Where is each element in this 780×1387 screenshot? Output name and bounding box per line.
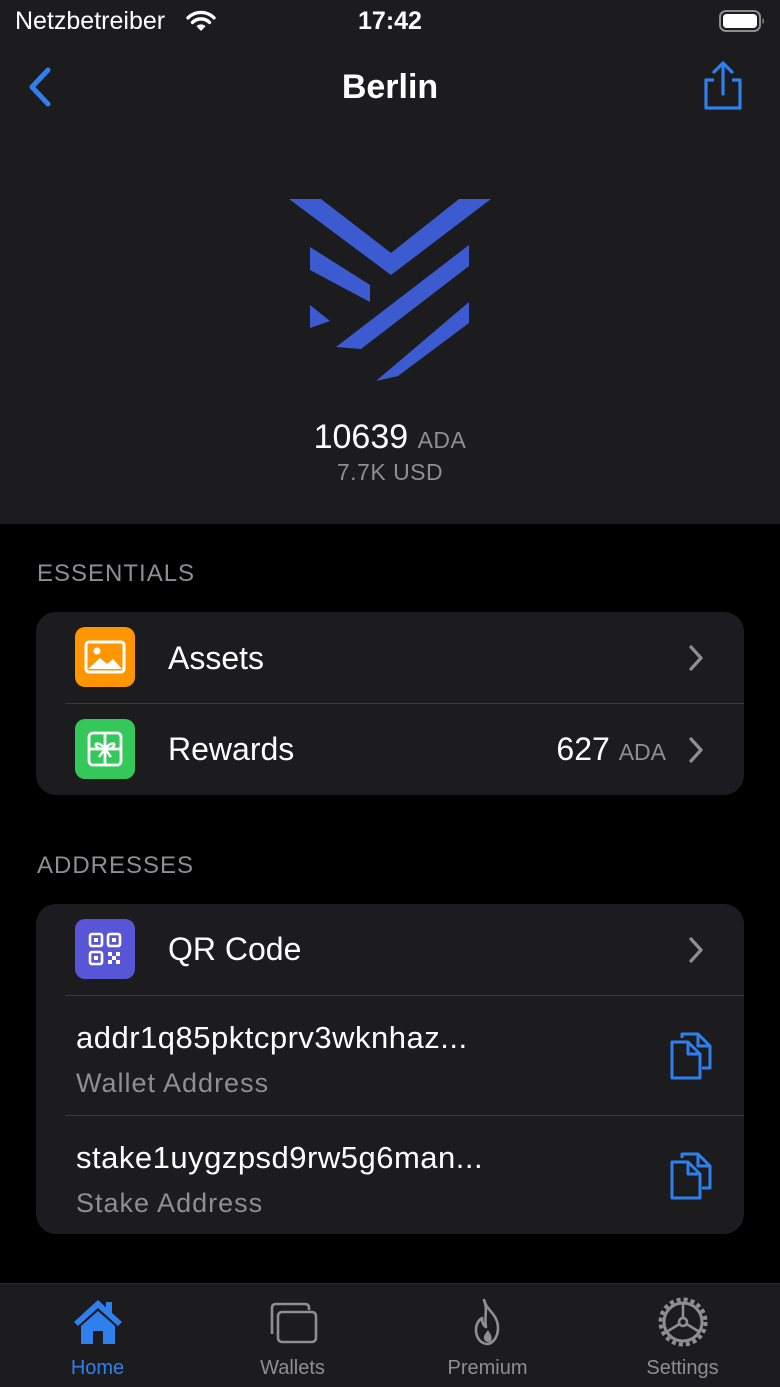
rewards-tile <box>75 719 135 779</box>
wallet-header: Netzbetreiber 17:42 Berlin 10639 ADA 7.7… <box>0 0 780 524</box>
addresses-group: QR Code addr1q85pktcprv3wknhaz... Wallet… <box>36 904 744 1234</box>
addresses-section-title: ADDRESSES <box>37 852 195 879</box>
wallet-address-row[interactable]: addr1q85pktcprv3wknhaz... Wallet Address <box>36 996 744 1115</box>
qr-code-row[interactable]: QR Code <box>36 904 744 996</box>
tab-settings-label: Settings <box>646 1357 719 1379</box>
image-icon <box>84 640 126 674</box>
rewards-unit: ADA <box>618 739 666 765</box>
balance-unit: ADA <box>417 427 467 453</box>
navigation-bar: Berlin <box>0 56 780 120</box>
tab-home-label: Home <box>70 1357 125 1379</box>
stake-address-row[interactable]: stake1uygzpsd9rw5g6man... Stake Address <box>36 1116 744 1234</box>
stake-address-value: stake1uygzpsd9rw5g6man... <box>76 1140 484 1175</box>
status-bar: Netzbetreiber 17:42 <box>0 0 780 44</box>
assets-tile <box>75 627 135 687</box>
tab-wallets[interactable]: Wallets <box>195 1284 390 1387</box>
tab-premium-label: Premium <box>447 1357 528 1379</box>
balance-amount: 10639 <box>313 418 409 456</box>
tab-bar: Home Wallets Premium Settings <box>0 1283 780 1387</box>
home-icon <box>74 1300 122 1344</box>
rewards-amount: 627 <box>556 731 610 767</box>
chevron-right-icon <box>689 645 703 671</box>
wallets-icon <box>270 1302 318 1344</box>
wallet-name-title: Berlin <box>341 68 439 106</box>
rewards-row[interactable]: Rewards 627 ADA <box>36 704 744 795</box>
qr-code-label: QR Code <box>168 931 302 967</box>
status-time: 17:42 <box>358 7 422 35</box>
qr-code-tile <box>75 919 135 979</box>
wallet-address-label: Wallet Address <box>76 1068 270 1098</box>
wallet-address-value: addr1q85pktcprv3wknhaz... <box>76 1020 468 1055</box>
essentials-group: Assets Rewards 627 ADA <box>36 612 744 795</box>
copy-stake-address-button[interactable] <box>668 1150 714 1200</box>
chevron-right-icon <box>689 737 703 763</box>
tab-premium[interactable]: Premium <box>390 1284 585 1387</box>
tab-wallets-label: Wallets <box>260 1357 325 1379</box>
gift-icon <box>87 731 123 767</box>
qr-code-icon <box>88 932 122 966</box>
rewards-label: Rewards <box>168 731 295 767</box>
stake-address-label: Stake Address <box>76 1188 264 1218</box>
ada-balance: 10639 ADA <box>0 418 780 457</box>
rewards-value: 627 ADA <box>556 731 666 768</box>
assets-label: Assets <box>168 640 265 676</box>
flame-icon <box>474 1298 500 1346</box>
share-button[interactable] <box>700 60 746 112</box>
fiat-balance: 7.7K USD <box>336 459 444 485</box>
battery-icon <box>719 10 764 32</box>
chevron-right-icon <box>689 937 703 963</box>
tab-home[interactable]: Home <box>0 1284 195 1387</box>
assets-row[interactable]: Assets <box>36 612 744 704</box>
copy-wallet-address-button[interactable] <box>668 1030 714 1080</box>
wallet-logo-icon <box>289 199 491 381</box>
essentials-section-title: ESSENTIALS <box>37 560 196 587</box>
gear-icon <box>658 1297 708 1347</box>
tab-settings[interactable]: Settings <box>585 1284 780 1387</box>
